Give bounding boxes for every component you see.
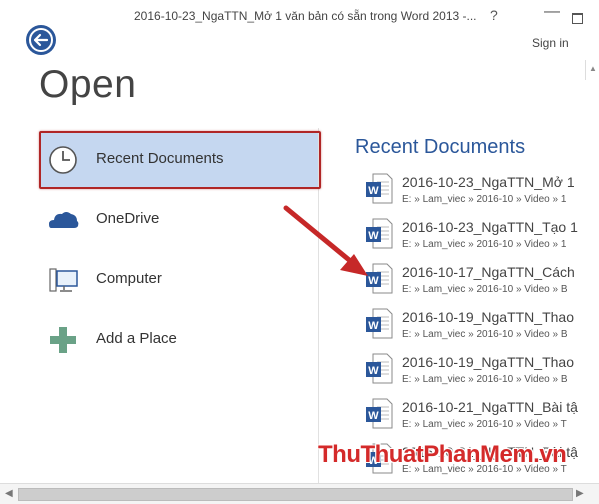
document-path: E: » Lam_viec » 2016-10 » Video » T xyxy=(402,419,567,430)
back-arrow-icon xyxy=(29,28,53,52)
svg-text:W: W xyxy=(368,365,379,377)
vertical-scrollbar[interactable]: ▲ xyxy=(585,60,599,80)
place-add-a-place[interactable]: Add a Place xyxy=(40,311,318,367)
word-document-icon: W xyxy=(366,353,393,384)
document-name: 2016-10-19_NgaTTN_Thao xyxy=(402,309,574,325)
horizontal-scrollbar[interactable]: ◀ ▶ xyxy=(0,483,599,504)
document-name: 2016-10-21_NgaTTN_Bài tậ xyxy=(402,399,578,415)
document-path: E: » Lam_viec » 2016-10 » Video » 1 xyxy=(402,194,567,205)
minimize-button[interactable]: — xyxy=(544,3,560,21)
red-arrow-annotation xyxy=(283,205,368,276)
document-path: E: » Lam_viec » 2016-10 » Video » B xyxy=(402,284,568,295)
document-name: 2016-10-23_NgaTTN_Mở 1 xyxy=(402,174,575,190)
page-title: Open xyxy=(39,63,137,106)
scroll-right-icon[interactable]: ▶ xyxy=(576,488,584,499)
back-button[interactable] xyxy=(26,25,56,55)
word-document-icon: W xyxy=(366,308,393,339)
list-item[interactable]: W 2016-10-19_NgaTTN_Thao E: » Lam_viec »… xyxy=(365,305,585,350)
document-path: E: » Lam_viec » 2016-10 » Video » 1 xyxy=(402,239,567,250)
document-name: 2016-10-23_NgaTTN_Tạo 1 xyxy=(402,219,578,235)
document-name: 2016-10-17_NgaTTN_Cách xyxy=(402,264,575,280)
document-name: 2016-10-19_NgaTTN_Thao xyxy=(402,354,574,370)
list-item[interactable]: W 2016-10-19_NgaTTN_Thao E: » Lam_viec »… xyxy=(365,350,585,395)
scrollbar-thumb[interactable] xyxy=(18,488,573,501)
scroll-left-icon[interactable]: ◀ xyxy=(5,488,13,499)
place-label: OneDrive xyxy=(96,210,160,227)
place-label: Computer xyxy=(96,270,162,287)
list-item[interactable]: W 2016-10-23_NgaTTN_Mở 1 E: » Lam_viec »… xyxy=(365,170,585,215)
cloud-icon xyxy=(49,212,79,228)
document-title: 2016-10-23_NgaTTN_Mở 1 văn bản có sẵn tr… xyxy=(134,9,477,23)
document-path: E: » Lam_viec » 2016-10 » Video » B xyxy=(402,374,568,385)
svg-text:W: W xyxy=(368,320,379,332)
highlight-annotation xyxy=(39,131,321,189)
list-item[interactable]: W 2016-10-17_NgaTTN_Cách E: » Lam_viec »… xyxy=(365,260,585,305)
place-label: Add a Place xyxy=(96,330,177,347)
recent-documents-heading: Recent Documents xyxy=(355,136,526,158)
word-document-icon: W xyxy=(366,398,393,429)
plus-icon xyxy=(50,327,76,353)
help-button[interactable]: ? xyxy=(490,7,498,23)
computer-icon xyxy=(49,268,78,292)
svg-text:W: W xyxy=(368,410,379,422)
document-path: E: » Lam_viec » 2016-10 » Video » B xyxy=(402,329,568,340)
list-item[interactable]: W 2016-10-23_NgaTTN_Tạo 1 E: » Lam_viec … xyxy=(365,215,585,260)
restore-button[interactable] xyxy=(572,13,583,24)
sign-in-link[interactable]: Sign in xyxy=(532,36,569,50)
scroll-up-icon: ▲ xyxy=(589,64,597,73)
svg-text:W: W xyxy=(368,185,379,197)
watermark: ThuThuatPhanMem.vn xyxy=(318,441,567,468)
list-item[interactable]: W 2016-10-21_NgaTTN_Bài tậ E: » Lam_viec… xyxy=(365,395,585,440)
title-bar: 2016-10-23_NgaTTN_Mở 1 văn bản có sẵn tr… xyxy=(0,0,599,34)
